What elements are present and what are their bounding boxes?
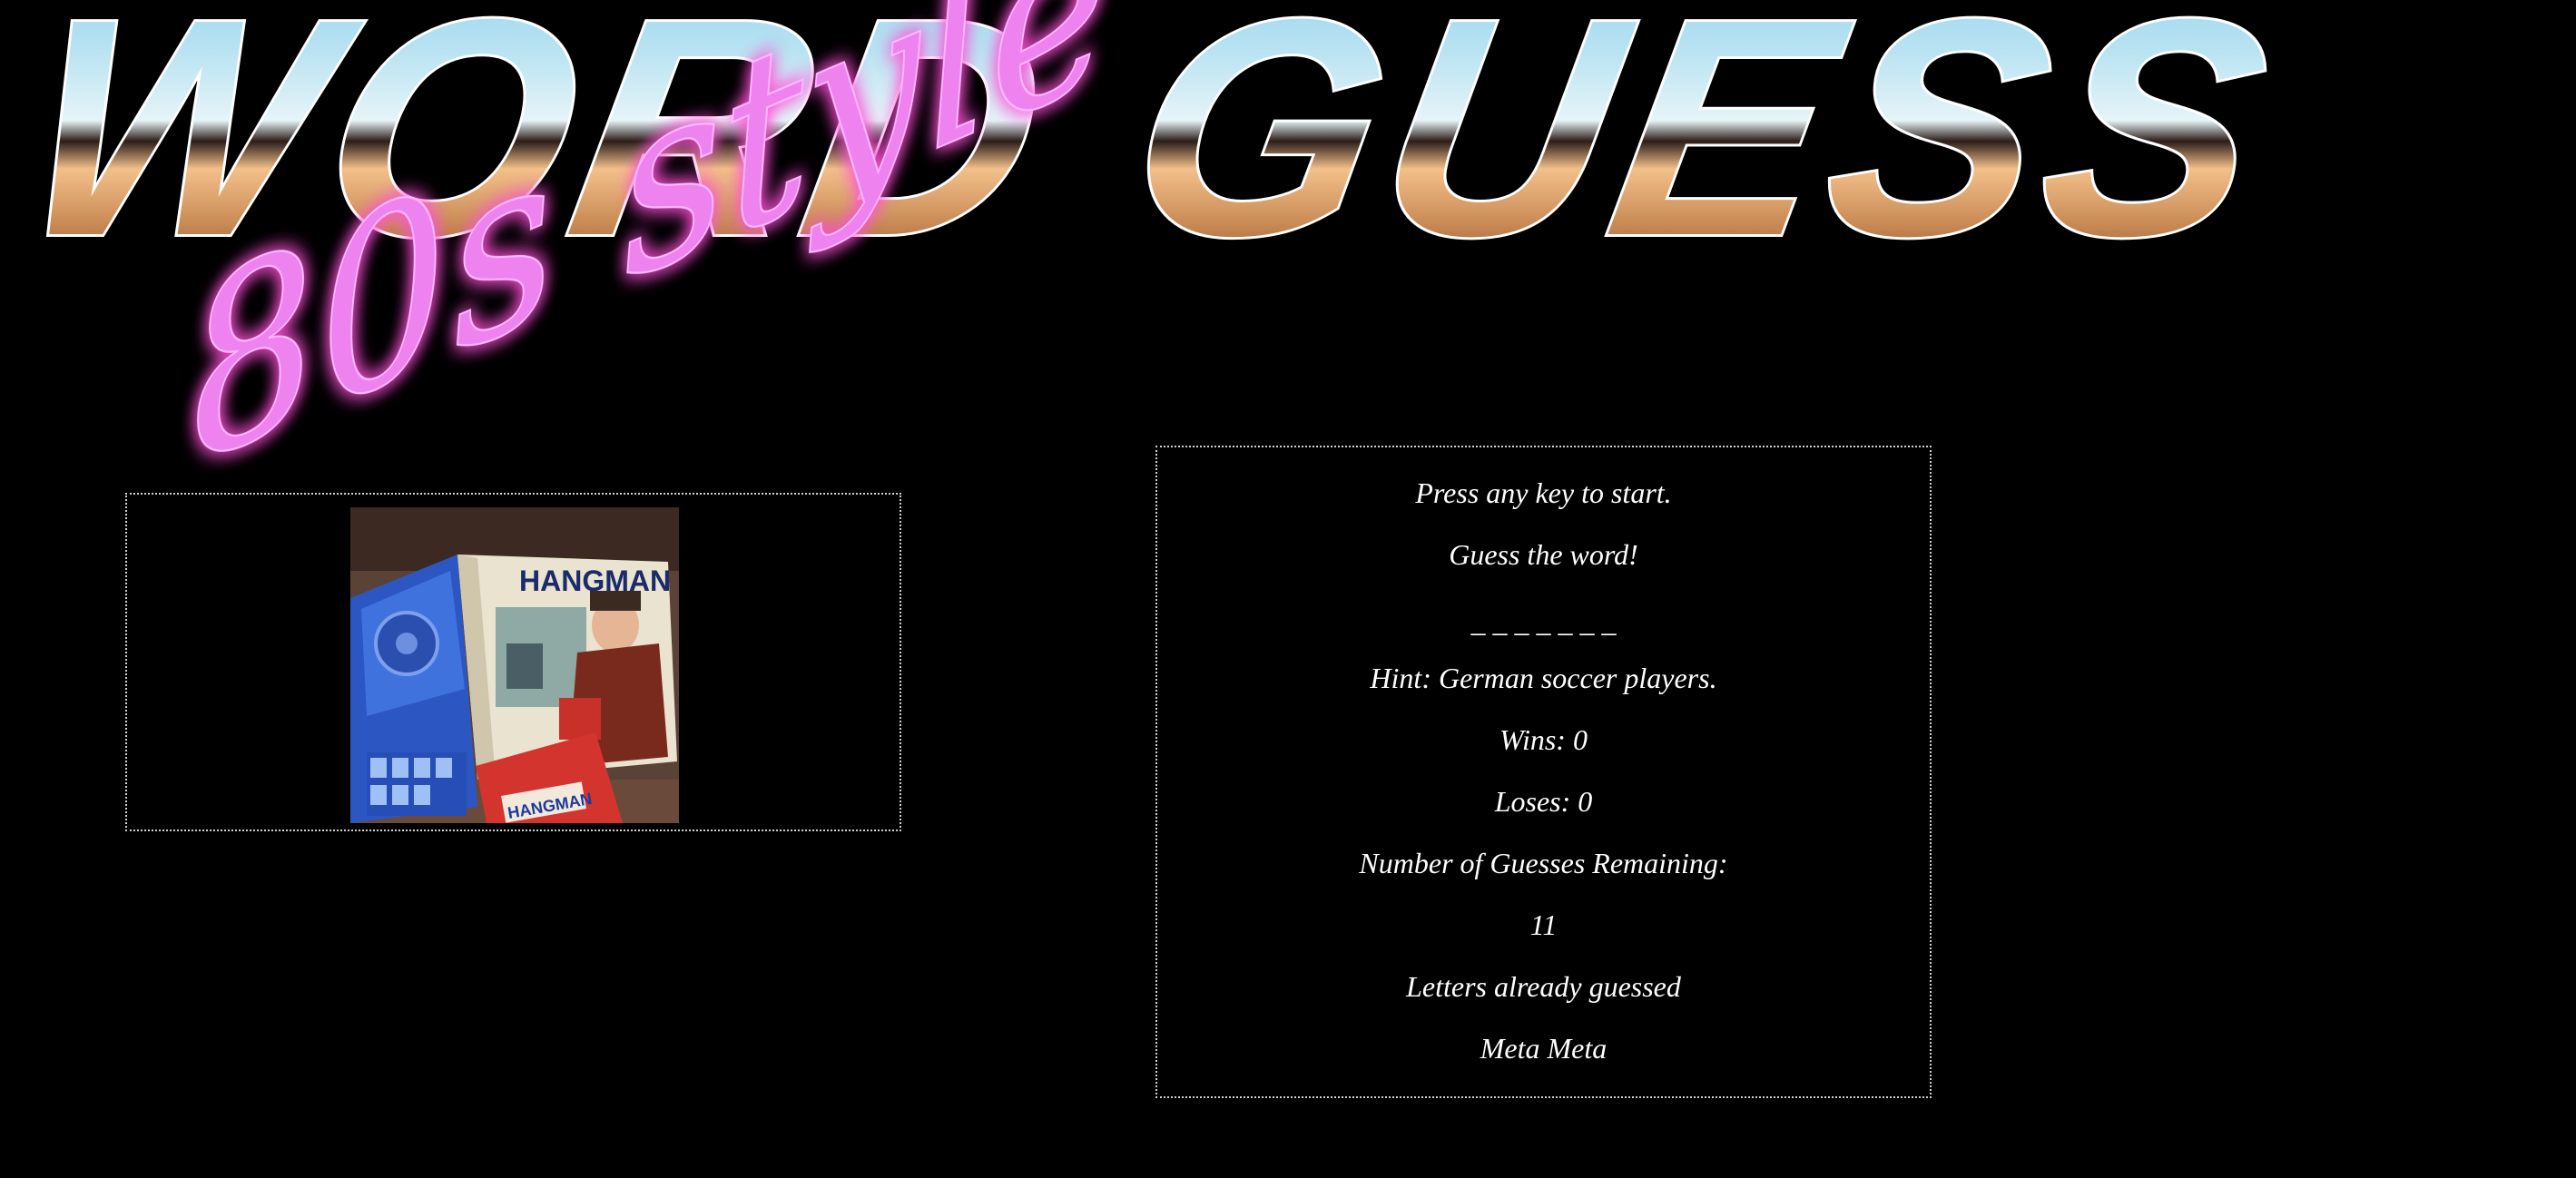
word-blanks: _ _ _ _ _ _ _ — [1470, 605, 1617, 638]
hint-text: Hint: German soccer players. — [1370, 662, 1717, 694]
guesses-remaining-label: Number of Guesses Remaining: — [1359, 847, 1728, 879]
loses-counter: Loses: 0 — [1494, 785, 1593, 818]
image-panel: HANGMAN HANGMAN — [125, 493, 901, 831]
logo-graphic: WORD GUESS 80s style — [0, 0, 2299, 508]
instruction-text: Guess the word! — [1449, 538, 1638, 571]
hangman-photo-graphic: HANGMAN HANGMAN — [350, 507, 679, 823]
hangman-board-game-image: HANGMAN HANGMAN — [350, 507, 679, 823]
start-prompt: Press any key to start. — [1415, 476, 1672, 509]
header-banner: WORD GUESS 80s style — [0, 0, 2576, 508]
game-panel: Press any key to start. Guess the word! … — [1155, 446, 1932, 1098]
letters-guessed-label: Letters already guessed — [1406, 970, 1681, 1003]
guesses-remaining-value: 11 — [1529, 908, 1558, 941]
box-title: HANGMAN — [519, 564, 671, 597]
letters-guessed-value: Meta Meta — [1480, 1032, 1608, 1065]
game-page: WORD GUESS 80s style HANGMAN HANGMAN Pre… — [0, 0, 2576, 1178]
wins-counter: Wins: 0 — [1499, 723, 1588, 756]
